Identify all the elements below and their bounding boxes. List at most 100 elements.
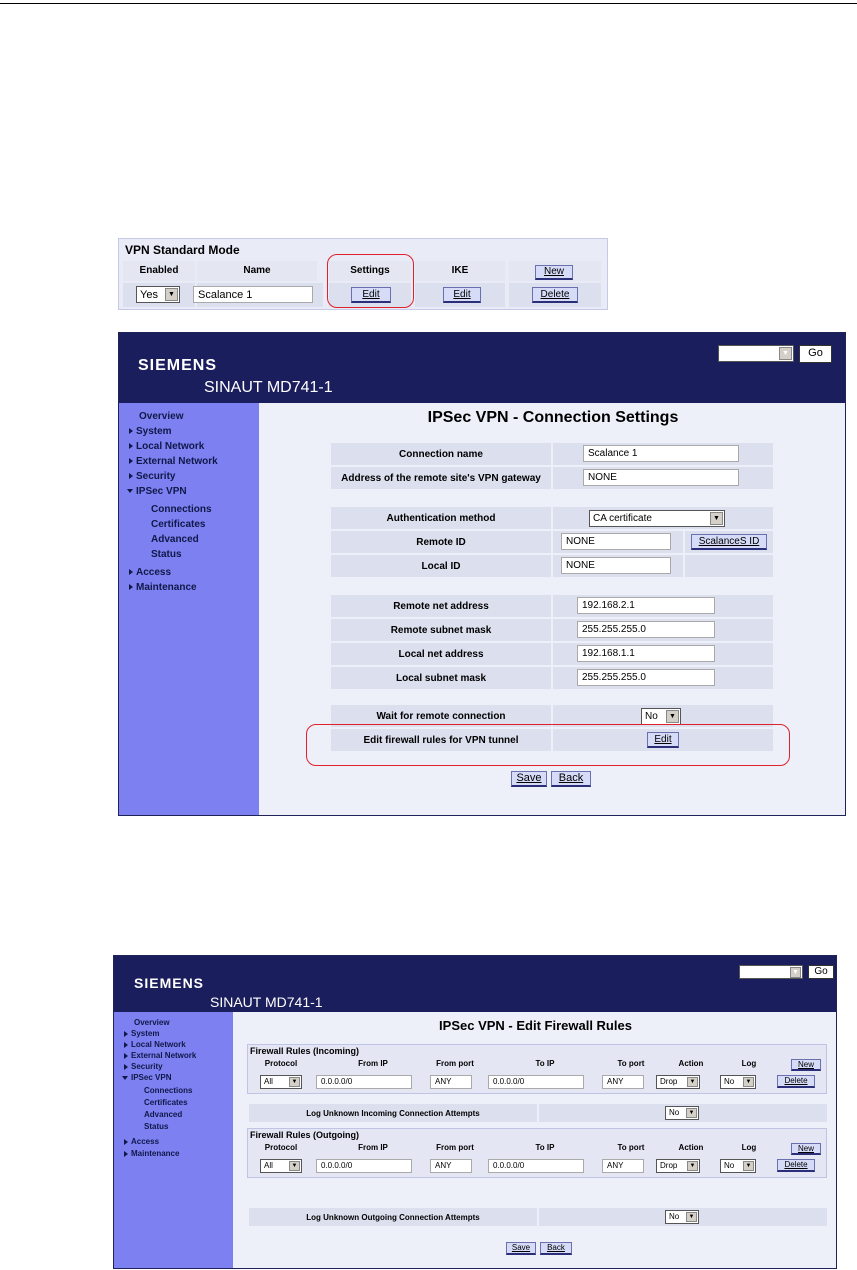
outgoing-action-value: Drop bbox=[660, 1161, 678, 1170]
go-button[interactable]: Go bbox=[808, 965, 834, 979]
go-button[interactable]: Go bbox=[799, 345, 832, 363]
nav-security[interactable]: Security bbox=[129, 471, 175, 482]
wait-value: No bbox=[645, 711, 658, 722]
save-button[interactable]: Save bbox=[506, 1242, 536, 1255]
gateway-input[interactable]: NONE bbox=[583, 469, 739, 486]
local-mask-input[interactable]: 255.255.255.0 bbox=[577, 669, 715, 686]
language-value: English bbox=[743, 966, 776, 977]
nav-local-network[interactable]: Local Network bbox=[129, 441, 204, 452]
nav-external-network[interactable]: External Network bbox=[124, 1051, 196, 1060]
nav-access[interactable]: Access bbox=[129, 567, 171, 578]
nav-external-network[interactable]: External Network bbox=[129, 456, 218, 467]
language-select[interactable]: English ▼ bbox=[718, 345, 794, 362]
incoming-log-select[interactable]: No ▼ bbox=[720, 1075, 756, 1089]
log-outgoing-select[interactable]: No ▼ bbox=[665, 1210, 699, 1224]
outgoing-to-ip-input[interactable]: 0.0.0.0/0 bbox=[488, 1159, 584, 1173]
nav-security-label: Security bbox=[131, 1062, 163, 1071]
nav-status[interactable]: Status bbox=[151, 549, 182, 560]
header-log: Log bbox=[741, 1143, 757, 1152]
incoming-action-select[interactable]: Drop ▼ bbox=[656, 1075, 700, 1089]
local-net-input[interactable]: 192.168.1.1 bbox=[577, 645, 715, 662]
local-net-label: Local net address bbox=[398, 649, 484, 660]
nav-maintenance[interactable]: Maintenance bbox=[124, 1149, 179, 1158]
connection-name-input[interactable]: Scalance 1 bbox=[583, 445, 739, 462]
nav-connections[interactable]: Connections bbox=[151, 504, 212, 515]
nav-local-network[interactable]: Local Network bbox=[124, 1040, 186, 1049]
nav-security[interactable]: Security bbox=[124, 1062, 163, 1071]
language-select[interactable]: English ▼ bbox=[739, 965, 803, 979]
nav-overview[interactable]: Overview bbox=[139, 411, 183, 422]
gateway-label: Address of the remote site's VPN gateway bbox=[341, 473, 541, 484]
enabled-select[interactable]: Yes ▼ bbox=[136, 286, 180, 303]
nav-certificates[interactable]: Certificates bbox=[151, 519, 205, 530]
nav-maintenance-label: Maintenance bbox=[131, 1149, 180, 1158]
remote-id-input[interactable]: NONE bbox=[561, 533, 671, 550]
siemens-logo: SIEMENS bbox=[138, 357, 218, 374]
chevron-down-icon: ▼ bbox=[686, 1212, 697, 1222]
outgoing-action-select[interactable]: Drop ▼ bbox=[656, 1159, 700, 1173]
outgoing-to-port-input[interactable]: ANY bbox=[602, 1159, 644, 1173]
nav-security-label: Security bbox=[136, 471, 176, 482]
nav-system[interactable]: System bbox=[129, 426, 172, 437]
incoming-from-port-input[interactable]: ANY bbox=[430, 1075, 472, 1089]
nav-ipsec-vpn-label: IPSec VPN bbox=[131, 1073, 172, 1082]
nav-access-label: Access bbox=[131, 1137, 160, 1146]
wait-select[interactable]: No ▼ bbox=[641, 708, 681, 725]
local-id-label: Local ID bbox=[421, 561, 461, 572]
outgoing-from-ip-input[interactable]: 0.0.0.0/0 bbox=[316, 1159, 412, 1173]
outgoing-from-port-input[interactable]: ANY bbox=[430, 1159, 472, 1173]
incoming-protocol-select[interactable]: All ▼ bbox=[260, 1075, 302, 1089]
back-button[interactable]: Back bbox=[551, 771, 591, 787]
nav-maintenance[interactable]: Maintenance bbox=[129, 582, 197, 593]
save-button[interactable]: Save bbox=[511, 771, 547, 787]
nav-system[interactable]: System bbox=[124, 1029, 159, 1038]
caret-right-icon bbox=[124, 1052, 128, 1059]
nav-ipsec-vpn[interactable]: IPSec VPN bbox=[127, 486, 187, 497]
outgoing-log-select[interactable]: No ▼ bbox=[720, 1159, 756, 1173]
chevron-down-icon: ▼ bbox=[779, 347, 792, 360]
nav-access[interactable]: Access bbox=[124, 1137, 159, 1146]
chevron-down-icon: ▼ bbox=[289, 1161, 300, 1171]
nav-advanced[interactable]: Advanced bbox=[151, 534, 199, 545]
auth-method-select[interactable]: CA certificate ▼ bbox=[589, 510, 725, 527]
nav-overview[interactable]: Overview bbox=[134, 1018, 170, 1027]
nav-connections[interactable]: Connections bbox=[144, 1086, 192, 1095]
header-to-port: To port bbox=[617, 1059, 645, 1068]
header-log: Log bbox=[741, 1059, 757, 1068]
nav-ipsec-vpn[interactable]: IPSec VPN bbox=[122, 1073, 171, 1082]
incoming-new-button[interactable]: New bbox=[791, 1059, 821, 1071]
remote-mask-input[interactable]: 255.255.255.0 bbox=[577, 621, 715, 638]
back-button[interactable]: Back bbox=[540, 1242, 572, 1255]
product-name: SINAUT MD741-1 bbox=[204, 379, 333, 396]
header-enabled: Enabled bbox=[123, 261, 195, 281]
local-mask-label: Local subnet mask bbox=[395, 673, 487, 684]
remote-net-input[interactable]: 192.168.2.1 bbox=[577, 597, 715, 614]
incoming-delete-button[interactable]: Delete bbox=[777, 1075, 815, 1088]
product-name: SINAUT MD741-1 bbox=[210, 994, 323, 1010]
outgoing-new-button[interactable]: New bbox=[791, 1143, 821, 1155]
nav-advanced[interactable]: Advanced bbox=[144, 1110, 182, 1119]
nav-status[interactable]: Status bbox=[144, 1122, 168, 1131]
local-id-input[interactable]: NONE bbox=[561, 557, 671, 574]
header-action: Action bbox=[678, 1143, 704, 1152]
incoming-to-port-input[interactable]: ANY bbox=[602, 1075, 644, 1089]
incoming-from-ip-input[interactable]: 0.0.0.0/0 bbox=[316, 1075, 412, 1089]
nav-system-label: System bbox=[136, 426, 172, 437]
siemens-logo: SIEMENS bbox=[134, 975, 205, 991]
delete-connection-button[interactable]: Delete bbox=[532, 287, 578, 303]
header-from-ip: From IP bbox=[358, 1143, 388, 1152]
nav-access-label: Access bbox=[136, 567, 172, 578]
log-incoming-select[interactable]: No ▼ bbox=[665, 1106, 699, 1120]
connection-name-input[interactable]: Scalance 1 bbox=[193, 286, 313, 303]
outgoing-log-value: No bbox=[724, 1161, 735, 1170]
incoming-to-ip-input[interactable]: 0.0.0.0/0 bbox=[488, 1075, 584, 1089]
new-connection-button[interactable]: New bbox=[535, 265, 573, 280]
outgoing-protocol-select[interactable]: All ▼ bbox=[260, 1159, 302, 1173]
outgoing-delete-button[interactable]: Delete bbox=[777, 1159, 815, 1172]
caret-down-icon bbox=[122, 1075, 128, 1080]
scalance-id-button[interactable]: ScalanceS ID bbox=[691, 534, 767, 550]
nav-certificates[interactable]: Certificates bbox=[144, 1098, 188, 1107]
outgoing-rules-title: Firewall Rules (Outgoing) bbox=[250, 1130, 360, 1140]
ike-edit-button[interactable]: Edit bbox=[443, 287, 481, 303]
caret-right-icon bbox=[129, 458, 133, 465]
